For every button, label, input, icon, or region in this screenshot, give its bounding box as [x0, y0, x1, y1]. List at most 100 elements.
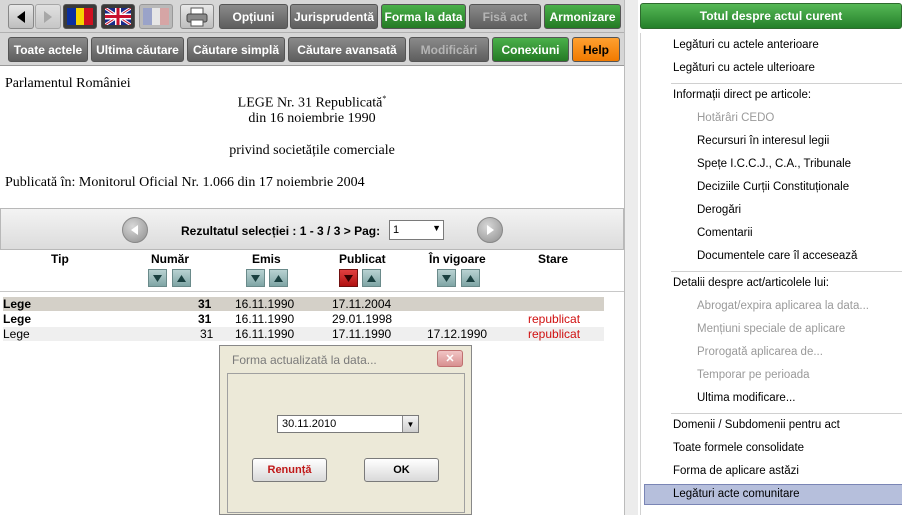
sort-asc-number-icon[interactable] — [172, 269, 191, 287]
printer-icon[interactable] — [180, 4, 214, 29]
menu-item-derogations[interactable]: Derogări — [697, 204, 741, 216]
harmonization-button[interactable]: Armonizare — [544, 4, 621, 29]
options-button[interactable]: Opțiuni — [219, 4, 288, 29]
dialog-body: 30.11.2010 ▼ Renunță OK — [227, 373, 465, 513]
column-header-status: Stare — [538, 252, 569, 266]
cell-issued: 16.11.1990 — [235, 312, 295, 326]
column-header-published: Publicat — [339, 252, 386, 266]
menu-item-appeals[interactable]: Recursuri în interesul legii — [697, 135, 829, 147]
menu-item-last-modification[interactable]: Ultima modificare... — [697, 392, 795, 404]
menu-item-special-mentions[interactable]: Mențiuni speciale de aplicare — [697, 323, 845, 335]
form-at-date-button[interactable]: Forma la data — [381, 4, 466, 29]
cell-published: 17.11.1990 — [332, 327, 392, 341]
menu-item-constitutional-decisions[interactable]: Deciziile Curții Constituționale — [697, 181, 849, 193]
form-at-date-dialog: Forma actualizată la data... ✕ 30.11.201… — [219, 345, 472, 515]
sort-asc-published-icon[interactable] — [362, 269, 381, 287]
column-header-number: Număr — [151, 252, 190, 266]
menu-item-consolidated-forms[interactable]: Toate formele consolidate — [673, 442, 804, 454]
close-icon[interactable]: ✕ — [437, 350, 463, 367]
menu-section-article-info: Informații direct pe articole: — [673, 89, 812, 101]
cell-type: Lege — [3, 327, 30, 341]
modifications-button[interactable]: Modificări — [409, 37, 489, 62]
cell-issued: 16.11.1990 — [235, 297, 295, 311]
results-summary: Rezultatul selecției : 1 - 3 / 3 > Pag: — [181, 224, 381, 238]
cancel-button[interactable]: Renunță — [252, 458, 327, 482]
jurisprudence-button[interactable]: Jurisprudentă — [290, 4, 378, 29]
document-header: Parlamentul României LEGE Nr. 31 Republi… — [0, 66, 624, 204]
menu-item-previous-links[interactable]: Legături cu actele anterioare — [673, 39, 819, 51]
results-navigation-bar: Rezultatul selecției : 1 - 3 / 3 > Pag: … — [0, 208, 624, 250]
page-select[interactable]: 1 ▼ — [389, 220, 444, 240]
menu-item-subsequent-links[interactable]: Legături cu actele ulterioare — [673, 62, 815, 74]
cell-status: republicat — [528, 327, 581, 341]
cell-published: 29.01.1998 — [332, 312, 393, 326]
panel-divider[interactable] — [624, 0, 638, 515]
menu-item-cases[interactable]: Spețe I.C.C.J., C.A., Tribunale — [697, 158, 851, 170]
menu-section-details: Detalii despre act/articolele lui: — [673, 277, 829, 289]
menu-item-community-acts[interactable]: Legături acte comunitare — [673, 488, 800, 500]
last-search-button[interactable]: Ultima căutare — [91, 37, 184, 62]
document-publication: Publicată în: Monitorul Oficial Nr. 1.06… — [5, 175, 365, 190]
chevron-down-icon: ▼ — [432, 223, 441, 233]
help-button[interactable]: Help — [572, 37, 620, 62]
menu-item-comments[interactable]: Comentarii — [697, 227, 753, 239]
advanced-search-button[interactable]: Căutare avansată — [288, 37, 406, 62]
table-row[interactable]: Lege 31 16.11.1990 29.01.1998 republicat — [3, 312, 604, 326]
current-act-panel-header[interactable]: Totul despre actul curent — [640, 3, 902, 29]
cell-number: 31 — [200, 327, 214, 341]
menu-divider — [671, 271, 902, 272]
previous-page-icon[interactable] — [122, 217, 148, 243]
column-header-in-force: În vigoare — [429, 252, 486, 266]
current-act-menu: Legături cu actele anterioare Legături c… — [640, 33, 902, 515]
menu-item-current-form[interactable]: Forma de aplicare astăzi — [673, 465, 799, 477]
cell-number: 31 — [198, 312, 212, 326]
chevron-down-icon[interactable]: ▼ — [402, 416, 418, 432]
document-title: LEGE Nr. 31 Republicată* — [0, 94, 624, 112]
search-toolbar: Toate actele Ultima căutare Căutare simp… — [0, 33, 624, 66]
cell-number: 31 — [198, 297, 212, 311]
next-page-icon[interactable] — [477, 217, 503, 243]
act-sheet-button[interactable]: Fisă act — [469, 4, 541, 29]
menu-item-abrogated[interactable]: Abrogat/expira aplicarea la data... — [697, 300, 869, 312]
menu-item-accessing-documents[interactable]: Documentele care îl accesează — [697, 250, 857, 262]
cell-published: 17.11.2004 — [332, 297, 392, 311]
dialog-title: Forma actualizată la data... — [232, 353, 377, 367]
menu-item-domains[interactable]: Domenii / Subdomenii pentru act — [673, 419, 840, 431]
all-acts-button[interactable]: Toate actele — [8, 37, 88, 62]
page-select-value: 1 — [393, 224, 400, 236]
date-select[interactable]: 30.11.2010 ▼ — [277, 415, 419, 433]
column-header-issued: Emis — [252, 252, 281, 266]
document-title-mark: * — [382, 94, 387, 103]
main-toolbar: Opțiuni Jurisprudentă Forma la data Fisă… — [0, 0, 624, 33]
french-flag-icon[interactable] — [139, 4, 173, 29]
document-subject: privind societățile comerciale — [229, 143, 395, 158]
cell-type: Lege — [3, 312, 32, 326]
table-row[interactable]: Lege 31 16.11.1990 17.11.2004 — [3, 297, 604, 311]
menu-item-cedo[interactable]: Hotărâri CEDO — [697, 112, 774, 124]
menu-item-temporary[interactable]: Temporar pe perioada — [697, 369, 810, 381]
simple-search-button[interactable]: Căutare simplă — [187, 37, 285, 62]
sort-desc-published-icon[interactable] — [339, 269, 358, 287]
menu-divider — [671, 413, 902, 414]
english-flag-icon[interactable] — [101, 4, 135, 29]
romanian-flag-icon[interactable] — [63, 4, 97, 29]
date-select-value: 30.11.2010 — [282, 418, 337, 430]
menu-divider — [671, 83, 902, 84]
back-arrow-icon[interactable] — [8, 4, 34, 29]
cell-in-force: 17.12.1990 — [427, 327, 488, 341]
forward-arrow-icon[interactable] — [35, 4, 61, 29]
connections-button[interactable]: Conexiuni — [492, 37, 569, 62]
sort-asc-issued-icon[interactable] — [269, 269, 288, 287]
sort-asc-in-force-icon[interactable] — [461, 269, 480, 287]
column-header-type: Tip — [51, 252, 69, 266]
sort-desc-issued-icon[interactable] — [246, 269, 265, 287]
table-row[interactable]: Lege 31 16.11.1990 17.11.1990 17.12.1990… — [3, 327, 604, 341]
cell-issued: 16.11.1990 — [235, 327, 295, 341]
sort-desc-in-force-icon[interactable] — [437, 269, 456, 287]
sort-desc-number-icon[interactable] — [148, 269, 167, 287]
document-date: din 16 noiembrie 1990 — [248, 111, 376, 126]
ok-button[interactable]: OK — [364, 458, 439, 482]
cell-status: republicat — [528, 312, 581, 326]
menu-item-postponed[interactable]: Prorogată aplicarea de... — [697, 346, 823, 358]
document-title-text: LEGE Nr. 31 Republicată — [237, 95, 383, 111]
